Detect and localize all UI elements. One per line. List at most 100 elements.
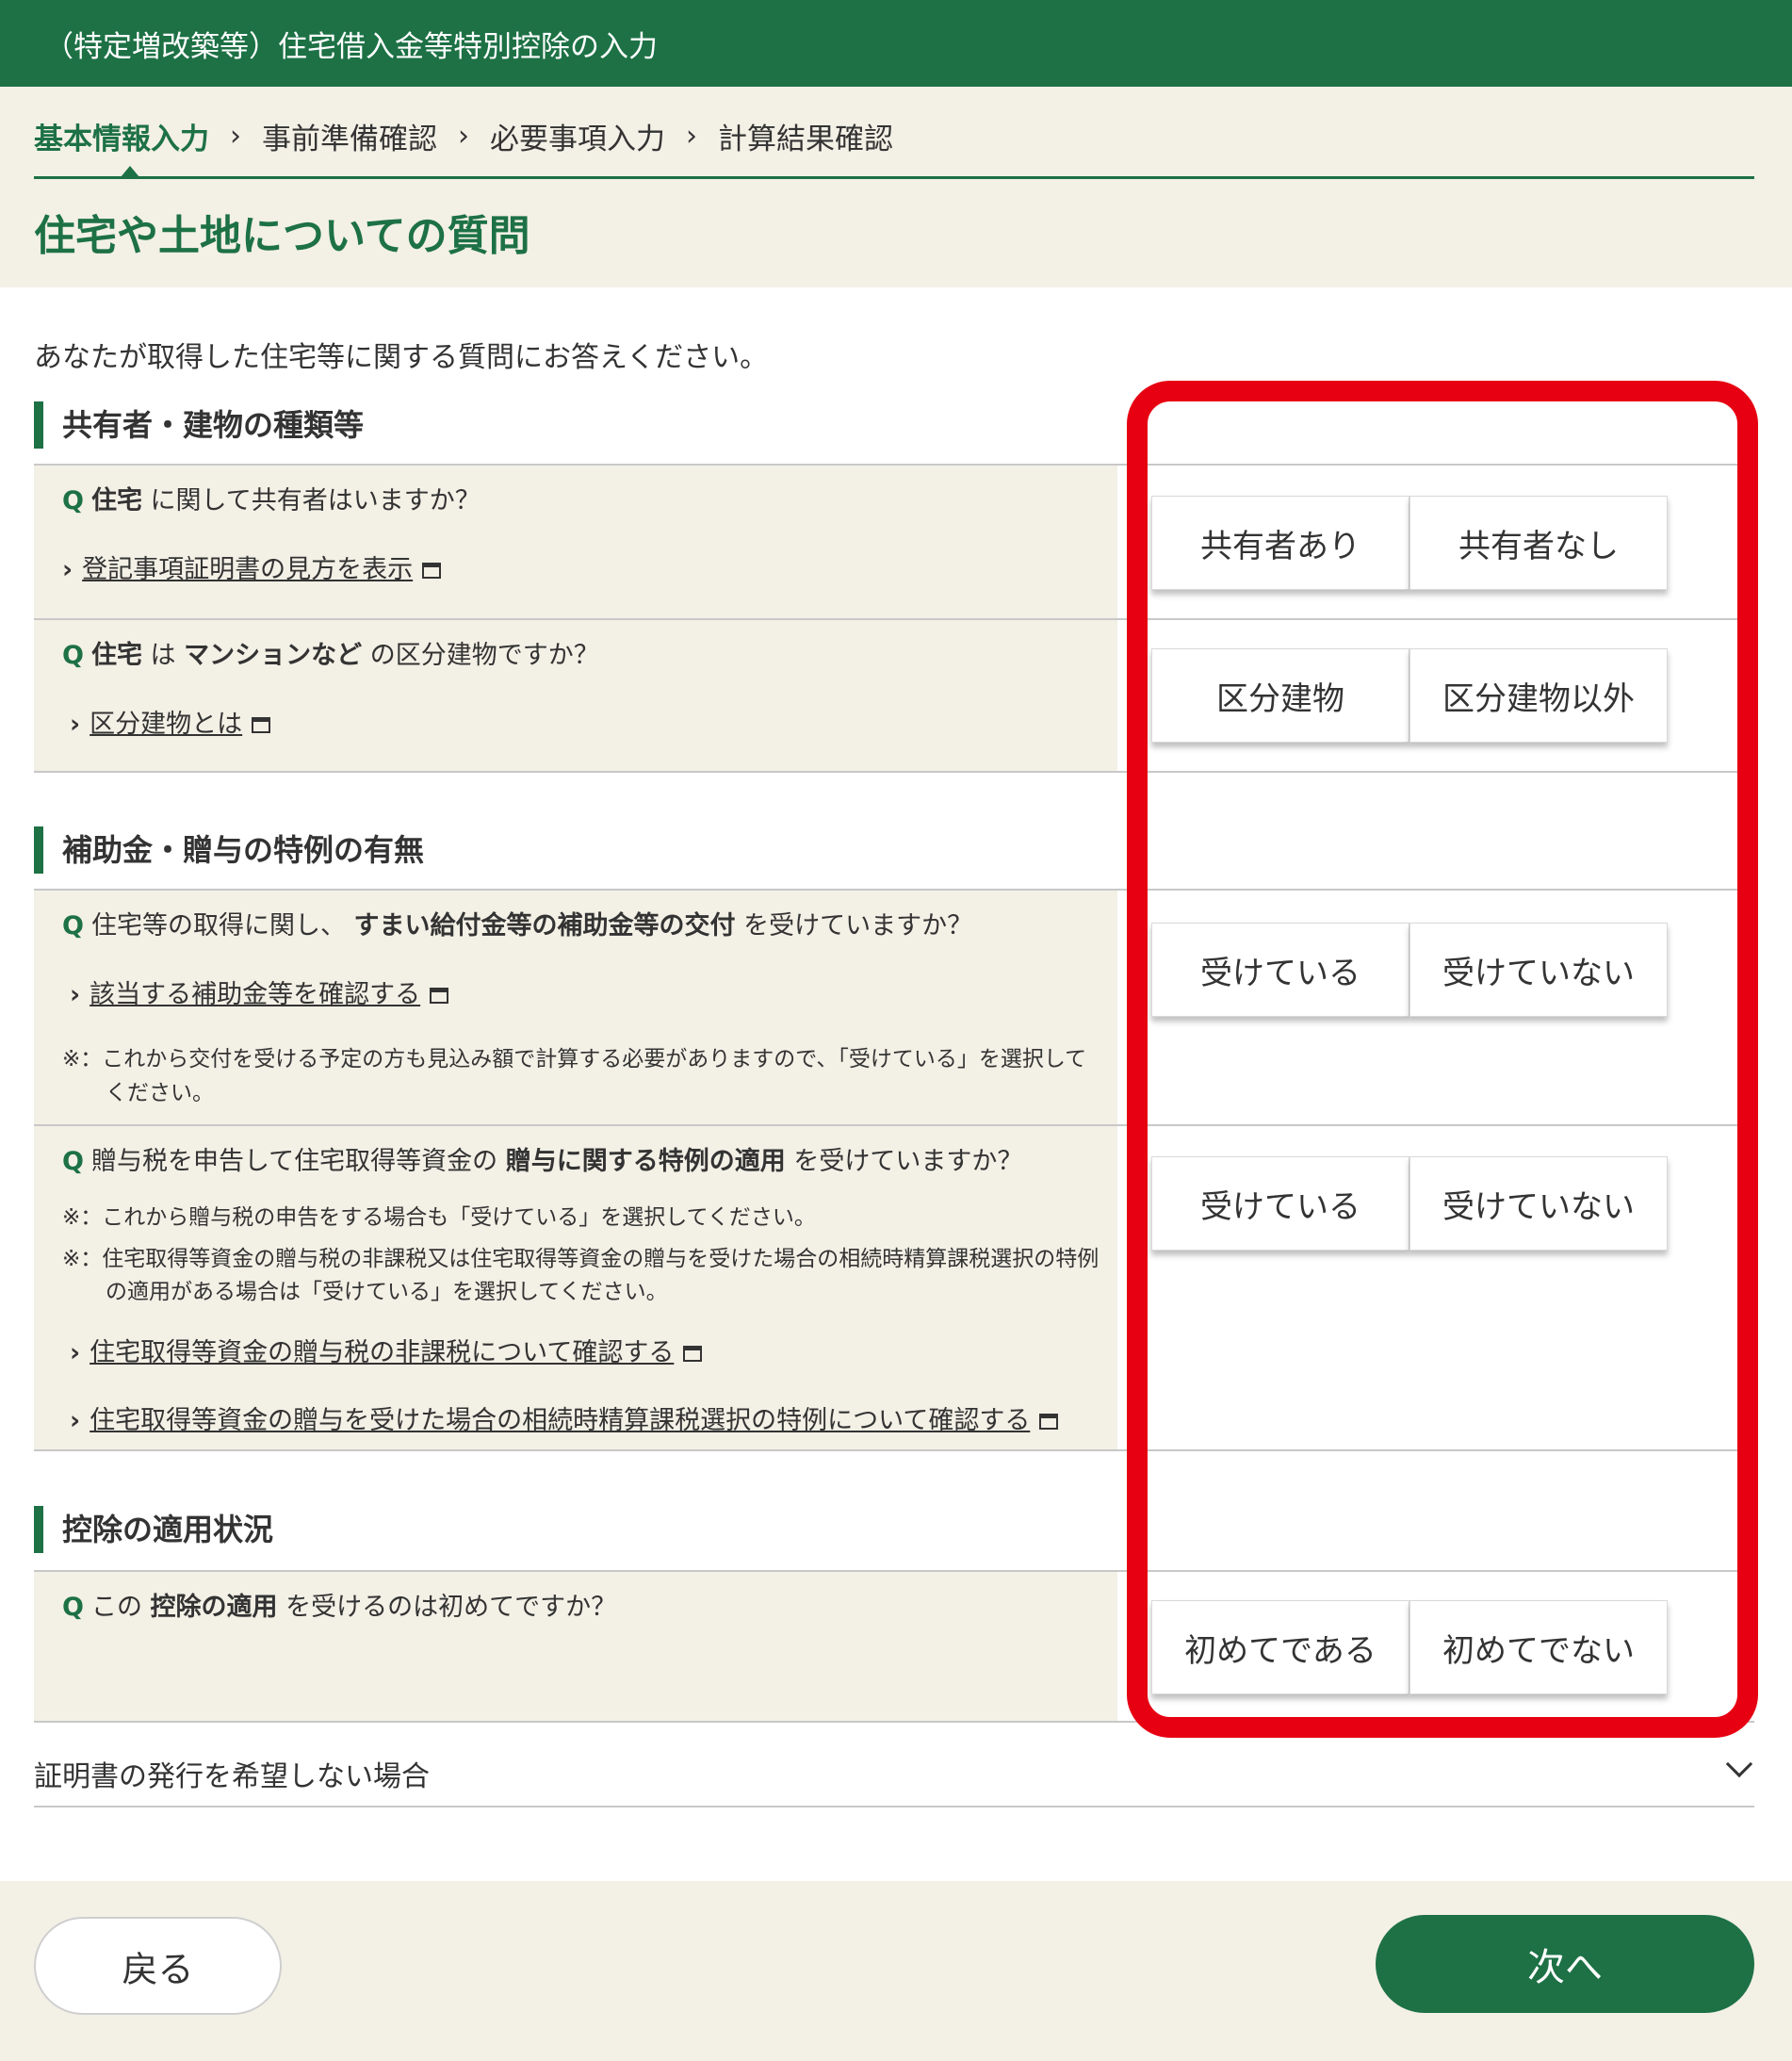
subsidy-yes-button[interactable]: 受けている: [1151, 923, 1409, 1017]
note-line: ください。: [106, 1080, 214, 1105]
accordion-label: 証明書の発行を希望しない場合: [34, 1760, 430, 1793]
note-line: ※：住宅取得等資金の贈与税の非課税又は住宅取得等資金の贈与を受けた場合の相続時精…: [62, 1246, 1100, 1271]
answer-buttons: 初めてである 初めてでない: [1151, 1600, 1668, 1694]
step-preparation: 事前準備確認: [262, 123, 437, 156]
progress-steps: 基本情報入力 › 事前準備確認 › 必要事項入力 › 計算結果確認: [34, 115, 893, 157]
gift-tax-note: ※：これから贈与税の申告をする場合も「受けている」を選択してください。 ※：住宅…: [62, 1202, 1099, 1310]
external-window-icon: [252, 717, 271, 733]
chevron-right-icon: ›: [62, 555, 73, 584]
question-keyword: 贈与に関する特例の適用: [505, 1147, 786, 1176]
step-result: 計算結果確認: [718, 123, 893, 156]
step-basic-info: 基本情報入力: [34, 123, 209, 156]
answer-buttons: 区分建物 区分建物以外: [1151, 648, 1668, 743]
link-text: 住宅取得等資金の贈与を受けた場合の相続時精算課税選択の特例について確認する: [90, 1406, 1031, 1435]
chevron-right-icon: ›: [686, 120, 697, 153]
chevron-right-icon: ›: [70, 1406, 81, 1435]
question-text-part: は: [141, 641, 185, 670]
question-cell: Q 住宅 に関して共有者はいますか？ › 登記事項証明書の見方を表示: [34, 466, 1117, 618]
external-window-icon: [683, 1346, 703, 1362]
registry-guide-link[interactable]: › 登記事項証明書の見方を表示: [62, 548, 442, 585]
question-text: Q 贈与税を申告して住宅取得等資金の 贈与に関する特例の適用 を受けていますか？: [62, 1145, 1089, 1179]
sectional-building-link[interactable]: › 区分建物とは: [70, 703, 271, 740]
window-title-bar: （特定増改築等）住宅借入金等特別控除の入力: [0, 0, 1792, 87]
back-button[interactable]: 戻る: [34, 1917, 282, 2015]
q-mark: Q: [62, 1593, 84, 1622]
section-heading-deduction-status: 控除の適用状況: [34, 1506, 273, 1553]
gift-tax-yes-button[interactable]: 受けている: [1151, 1156, 1409, 1251]
question-cell: Q 住宅 は マンションなど の区分建物ですか？ › 区分建物とは: [34, 620, 1117, 771]
question-text-part: 住宅等の取得に関し、: [90, 911, 354, 941]
external-window-icon: [430, 988, 449, 1004]
question-row-gift-tax: Q 贈与税を申告して住宅取得等資金の 贈与に関する特例の適用 を受けていますか？ …: [34, 1124, 1754, 1451]
page-title: 住宅や土地についての質問: [34, 212, 530, 260]
chevron-right-icon: ›: [70, 710, 81, 739]
link-text: 区分建物とは: [90, 710, 243, 739]
subsidy-no-button[interactable]: 受けていない: [1409, 923, 1668, 1017]
q-mark: Q: [62, 486, 84, 515]
gift-tax-no-button[interactable]: 受けていない: [1409, 1156, 1668, 1251]
question-text: Q 住宅 に関して共有者はいますか？: [62, 484, 1089, 518]
subsidy-note: ※：これから交付を受ける予定の方も見込み額で計算する必要がありますので、「受けて…: [62, 1043, 1086, 1110]
question-text-part: の区分建物ですか？: [362, 641, 599, 670]
next-button[interactable]: 次へ: [1376, 1915, 1754, 2013]
question-keyword: 控除の適用: [150, 1593, 278, 1622]
answer-buttons: 共有者あり 共有者なし: [1151, 496, 1668, 590]
question-text: Q この 控除の適用 を受けるのは初めてですか？: [62, 1591, 1089, 1625]
answer-buttons: 受けている 受けていない: [1151, 1156, 1668, 1251]
first-time-no-button[interactable]: 初めてでない: [1409, 1600, 1668, 1694]
question-keyword: すまい給付金等の補助金等の交付: [353, 911, 736, 941]
link-text: 該当する補助金等を確認する: [90, 980, 421, 1009]
q-mark: Q: [62, 911, 84, 941]
chevron-down-icon: [1725, 1750, 1753, 1778]
question-row-first-time: Q この 控除の適用 を受けるのは初めてですか？ 初めてである 初めてでない: [34, 1570, 1754, 1723]
no-certificate-accordion[interactable]: 証明書の発行を希望しない場合: [34, 1730, 1754, 1807]
question-text-part: を受けるのは初めてですか？: [277, 1593, 617, 1622]
q-mark: Q: [62, 641, 84, 670]
question-text-part: を受けていますか？: [785, 1147, 1023, 1176]
section-heading-co-owner: 共有者・建物の種類等: [34, 401, 364, 449]
settlement-taxation-link[interactable]: › 住宅取得等資金の贈与を受けた場合の相続時精算課税選択の特例について確認する: [70, 1399, 1059, 1436]
question-text-part: 贈与税を申告して住宅取得等資金の: [90, 1147, 506, 1176]
note-line: ※：これから交付を受ける予定の方も見込み額で計算する必要がありますので、「受けて…: [62, 1047, 1087, 1071]
external-window-icon: [1039, 1414, 1059, 1430]
first-time-yes-button[interactable]: 初めてである: [1151, 1600, 1409, 1694]
link-text: 登記事項証明書の見方を表示: [82, 555, 414, 584]
divider: [34, 771, 1754, 773]
link-text: 住宅取得等資金の贈与税の非課税について確認する: [90, 1338, 675, 1367]
subsidy-list-link[interactable]: › 該当する補助金等を確認する: [70, 973, 449, 1010]
question-row-co-owner: Q 住宅 に関して共有者はいますか？ › 登記事項証明書の見方を表示 共有者あり 共…: [34, 464, 1754, 618]
step-required-input: 必要事項入力: [490, 123, 665, 156]
question-cell: Q 贈与税を申告して住宅取得等資金の 贈与に関する特例の適用 を受けていますか？ …: [34, 1126, 1117, 1449]
co-owner-no-button[interactable]: 共有者なし: [1409, 496, 1668, 590]
section-heading-subsidy: 補助金・贈与の特例の有無: [34, 826, 424, 874]
note-line: の適用がある場合は「受けている」を選択してください。: [106, 1280, 668, 1305]
question-row-sectional-building: Q 住宅 は マンションなど の区分建物ですか？ › 区分建物とは 区分建物 区分建…: [34, 618, 1754, 771]
document-icon: [422, 563, 442, 579]
question-row-subsidy: Q 住宅等の取得に関し、 すまい給付金等の補助金等の交付 を受けていますか？ › 該…: [34, 889, 1754, 1124]
chevron-right-icon: ›: [70, 980, 81, 1009]
sectional-building-yes-button[interactable]: 区分建物: [1151, 648, 1409, 743]
question-keyword: 住宅: [90, 486, 142, 515]
co-owner-yes-button[interactable]: 共有者あり: [1151, 496, 1409, 590]
q-mark: Q: [62, 1147, 84, 1176]
answer-buttons: 受けている 受けていない: [1151, 923, 1668, 1017]
footer-bar: 戻る 次へ: [0, 1881, 1792, 2061]
note-line: ※：これから贈与税の申告をする場合も「受けている」を選択してください。: [62, 1205, 816, 1230]
chevron-right-icon: ›: [458, 120, 469, 153]
question-text: Q 住宅等の取得に関し、 すまい給付金等の補助金等の交付 を受けていますか？: [62, 909, 1089, 943]
chevron-right-icon: ›: [70, 1338, 81, 1367]
question-keyword: 住宅: [90, 641, 142, 670]
question-text-part: この: [90, 1593, 151, 1622]
page-header: 基本情報入力 › 事前準備確認 › 必要事項入力 › 計算結果確認 住宅や土地に…: [0, 87, 1792, 287]
question-keyword: マンションなど: [184, 641, 363, 670]
intro-text: あなたが取得した住宅等に関する質問にお答えください。: [34, 341, 769, 374]
steps-divider: [34, 176, 1754, 179]
question-cell: Q 住宅等の取得に関し、 すまい給付金等の補助金等の交付 を受けていますか？ › 該…: [34, 891, 1117, 1124]
question-cell: Q この 控除の適用 を受けるのは初めてですか？: [34, 1572, 1117, 1721]
question-text-part: を受けていますか？: [735, 911, 973, 941]
gift-tax-exemption-link[interactable]: › 住宅取得等資金の贈与税の非課税について確認する: [70, 1332, 703, 1368]
question-text: Q 住宅 は マンションなど の区分建物ですか？: [62, 639, 1089, 673]
question-text-part: に関して共有者はいますか？: [141, 486, 481, 515]
window-title: （特定増改築等）住宅借入金等特別控除の入力: [44, 30, 658, 64]
sectional-building-no-button[interactable]: 区分建物以外: [1409, 648, 1668, 743]
